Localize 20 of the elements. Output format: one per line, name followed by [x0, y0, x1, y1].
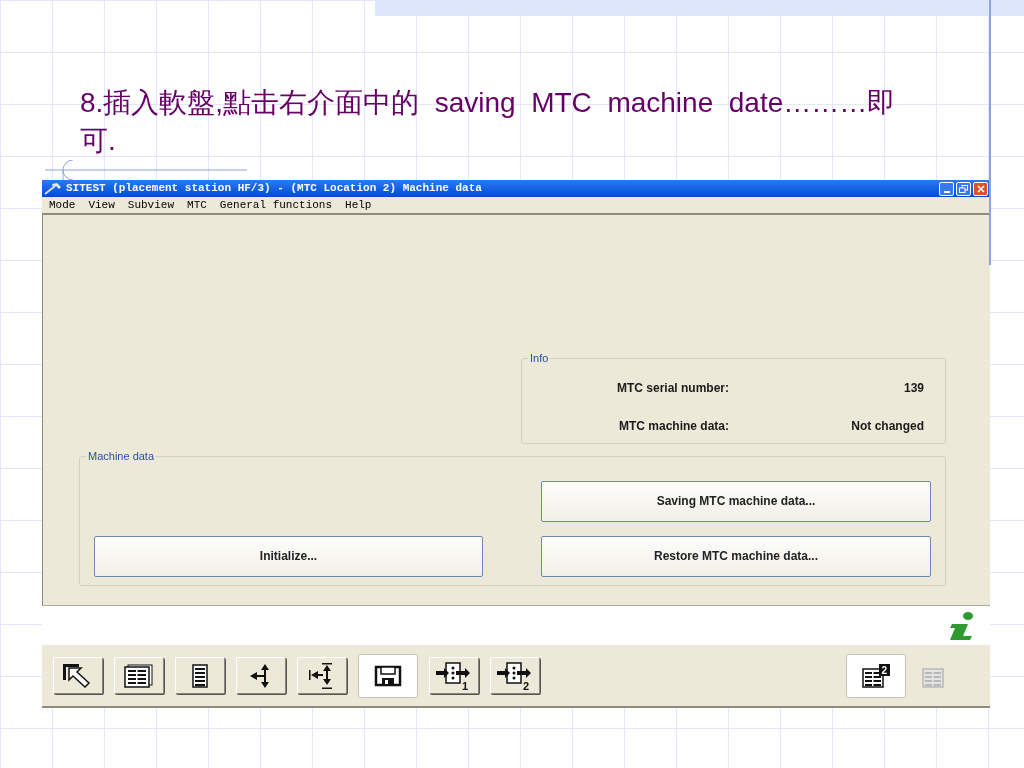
info-value: Not changed: [850, 417, 924, 435]
menu-item[interactable]: View: [88, 196, 115, 214]
toolbar-button[interactable]: 2: [846, 653, 906, 698]
restore-machine-data-button[interactable]: Restore MTC machine data...: [541, 535, 931, 577]
menu-item[interactable]: Mode: [49, 196, 76, 214]
info-value: 139: [902, 379, 924, 397]
initialize-button[interactable]: Initialize...: [94, 535, 483, 577]
menu-item[interactable]: Help: [345, 196, 372, 214]
info-label: MTC machine data:: [618, 417, 729, 435]
menu-item[interactable]: General functions: [219, 196, 333, 214]
menu-item[interactable]: Subview: [127, 196, 175, 214]
menu-item[interactable]: MTC: [187, 196, 207, 214]
slide-title: 8.插入軟盤,點击右介面中的 saving MTC machine date………即可.: [80, 86, 897, 158]
group-legend: Info: [528, 350, 551, 367]
window-title: SITEST (placement station HF/3) - (MTC Location 2) Machine data: [66, 181, 482, 197]
info-label: MTC serial number:: [615, 379, 729, 397]
toolbar-button[interactable]: 1: [429, 657, 479, 694]
save-machine-data-button[interactable]: Saving MTC machine data...: [541, 480, 931, 522]
toolbar-button[interactable]: 2: [490, 657, 540, 694]
group-legend: Machine data: [86, 448, 157, 465]
